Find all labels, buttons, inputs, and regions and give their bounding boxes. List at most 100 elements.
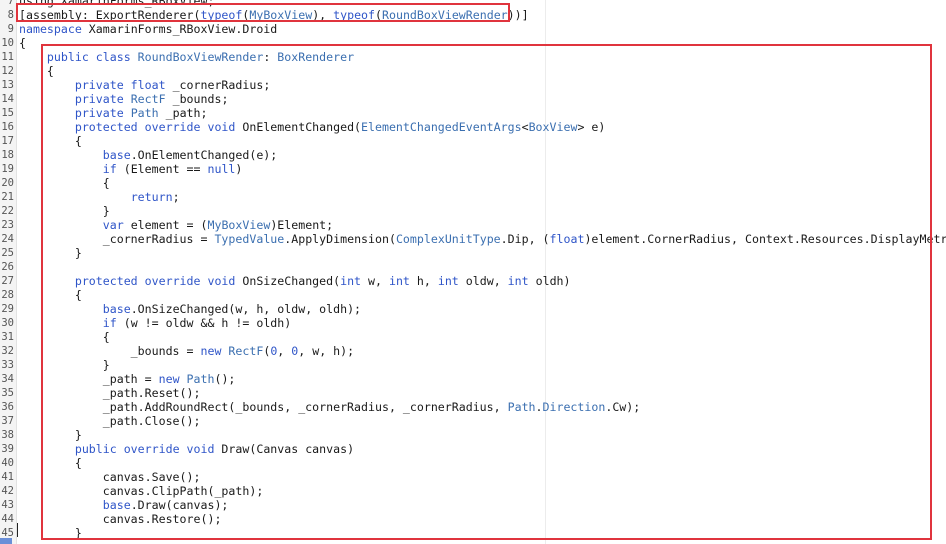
line-code[interactable]: protected override void OnSizeChanged(in…: [19, 274, 571, 288]
code-line[interactable]: 39 public override void Draw(Canvas canv…: [0, 442, 946, 456]
line-code[interactable]: private RectF _bounds;: [19, 92, 229, 106]
line-code[interactable]: _path = new Path();: [19, 372, 236, 386]
line-code[interactable]: _path.AddRoundRect(_bounds, _cornerRadiu…: [19, 400, 641, 414]
code-line[interactable]: 28 {: [0, 288, 946, 302]
code-line[interactable]: 42 canvas.ClipPath(_path);: [0, 484, 946, 498]
keyword-token: base: [102, 498, 131, 512]
line-code[interactable]: base.Draw(canvas);: [19, 498, 229, 512]
line-number: 13: [1, 79, 14, 91]
code-line[interactable]: 40 {: [0, 456, 946, 470]
code-line[interactable]: 13 private float _cornerRadius;: [0, 78, 946, 92]
line-code[interactable]: }: [19, 358, 110, 372]
code-line[interactable]: 22 }: [0, 204, 946, 218]
line-code[interactable]: _path.Close();: [19, 414, 201, 428]
code-line[interactable]: 15 private Path _path;: [0, 106, 946, 120]
code-line[interactable]: 24 _cornerRadius = TypedValue.ApplyDimen…: [0, 232, 946, 246]
line-code[interactable]: private float _cornerRadius;: [19, 78, 270, 92]
line-code[interactable]: }: [19, 204, 110, 218]
line-code[interactable]: public override void Draw(Canvas canvas): [19, 442, 354, 456]
line-code[interactable]: namespace XamarinForms_RBoxView.Droid: [19, 22, 277, 36]
line-code[interactable]: {: [19, 36, 26, 50]
line-code[interactable]: protected override void OnElementChanged…: [19, 120, 606, 134]
line-code[interactable]: }: [19, 246, 82, 260]
line-code[interactable]: }: [19, 428, 82, 442]
code-line[interactable]: 27 protected override void OnSizeChanged…: [0, 274, 946, 288]
code-line[interactable]: 43 base.Draw(canvas);: [0, 498, 946, 512]
code-line[interactable]: 38 }: [0, 428, 946, 442]
line-code[interactable]: {: [19, 330, 110, 344]
code-editor[interactable]: 7 using XamarinForms_RBoxView; 8 [assembly:…: [0, 0, 946, 544]
code-line[interactable]: 11 public class RoundBoxViewRender: BoxR…: [0, 50, 946, 64]
code-token: canvas.Restore();: [19, 512, 222, 526]
line-code[interactable]: {: [19, 456, 82, 470]
line-code[interactable]: _cornerRadius = TypedValue.ApplyDimensio…: [19, 232, 946, 246]
line-code[interactable]: {: [19, 288, 82, 302]
line-code[interactable]: canvas.ClipPath(_path);: [19, 484, 264, 498]
line-code[interactable]: using XamarinForms_RBoxView;: [19, 0, 214, 8]
code-token: ;: [172, 190, 180, 204]
code-token: .Draw(canvas);: [130, 498, 229, 512]
code-line[interactable]: 20 {: [0, 176, 946, 190]
line-code[interactable]: base.OnElementChanged(e);: [19, 148, 278, 162]
code-line[interactable]: 17 {: [0, 134, 946, 148]
line-code[interactable]: }: [19, 526, 82, 540]
code-token: h,: [409, 274, 438, 288]
line-code[interactable]: return;: [19, 190, 180, 204]
code-token: element = (: [123, 218, 208, 232]
code-line[interactable]: 16 protected override void OnElementChan…: [0, 120, 946, 134]
line-code[interactable]: {: [19, 64, 54, 78]
code-line[interactable]: 12 {: [0, 64, 946, 78]
code-line[interactable]: 45 }: [0, 526, 946, 540]
code-line[interactable]: 23 var element = (MyBoxView)Element;: [0, 218, 946, 232]
code-line[interactable]: 36 _path.AddRoundRect(_bounds, _cornerRa…: [0, 400, 946, 414]
line-code[interactable]: canvas.Restore();: [19, 512, 222, 526]
code-line[interactable]: 31 {: [0, 330, 946, 344]
line-number: 22: [1, 205, 14, 217]
line-code[interactable]: [assembly: ExportRenderer(typeof(MyBoxVi…: [19, 8, 529, 22]
code-token: (Element ==: [116, 162, 208, 176]
line-number: 31: [1, 331, 14, 343]
code-line[interactable]: 29 base.OnSizeChanged(w, h, oldw, oldh);: [0, 302, 946, 316]
line-code[interactable]: if (Element == null): [19, 162, 243, 176]
line-code[interactable]: var element = (MyBoxView)Element;: [19, 218, 333, 232]
code-line[interactable]: 30 if (w != oldw && h != oldh): [0, 316, 946, 330]
line-code[interactable]: {: [19, 176, 110, 190]
line-code[interactable]: _bounds = new RectF(0, 0, w, h);: [19, 344, 354, 358]
code-line[interactable]: 34 _path = new Path();: [0, 372, 946, 386]
code-token: .OnSizeChanged(w, h, oldw, oldh);: [130, 302, 362, 316]
code-line[interactable]: 44 canvas.Restore();: [0, 512, 946, 526]
code-line[interactable]: 18 base.OnElementChanged(e);: [0, 148, 946, 162]
code-line[interactable]: 37 _path.Close();: [0, 414, 946, 428]
code-line[interactable]: 19 if (Element == null): [0, 162, 946, 176]
line-number: 21: [1, 191, 14, 203]
line-code[interactable]: canvas.Save();: [19, 470, 201, 484]
code-line[interactable]: 21 return;: [0, 190, 946, 204]
code-line[interactable]: 14 private RectF _bounds;: [0, 92, 946, 106]
code-token: )Element;: [270, 218, 334, 232]
text-caret: [17, 523, 18, 537]
code-line[interactable]: 33 }: [0, 358, 946, 372]
line-code[interactable]: base.OnSizeChanged(w, h, oldw, oldh);: [19, 302, 361, 316]
code-line[interactable]: 26: [0, 260, 946, 274]
code-line[interactable]: 7 using XamarinForms_RBoxView;: [0, 0, 946, 8]
code-line[interactable]: 32 _bounds = new RectF(0, 0, w, h);: [0, 344, 946, 358]
code-token: OnSizeChanged(: [235, 274, 341, 288]
line-code[interactable]: {: [19, 134, 82, 148]
code-line[interactable]: 8 [assembly: ExportRenderer(typeof(MyBoxV…: [0, 8, 946, 22]
line-code[interactable]: _path.Reset();: [19, 386, 201, 400]
line-code[interactable]: if (w != oldw && h != oldh): [19, 316, 291, 330]
code-line[interactable]: 35 _path.Reset();: [0, 386, 946, 400]
code-line[interactable]: 9 namespace XamarinForms_RBoxView.Droid: [0, 22, 946, 36]
keyword-token: return: [130, 190, 173, 204]
line-code[interactable]: public class RoundBoxViewRender: BoxRend…: [19, 50, 354, 64]
code-token: _path.AddRoundRect(_bounds, _cornerRadiu…: [19, 400, 508, 414]
type-token: ComplexUnitType: [395, 232, 501, 246]
code-lines[interactable]: 7 using XamarinForms_RBoxView; 8 [assembly:…: [0, 0, 946, 540]
code-line[interactable]: 41 canvas.Save();: [0, 470, 946, 484]
code-line[interactable]: 25 }: [0, 246, 946, 260]
code-line[interactable]: 10 {: [0, 36, 946, 50]
line-code[interactable]: private Path _path;: [19, 106, 208, 120]
